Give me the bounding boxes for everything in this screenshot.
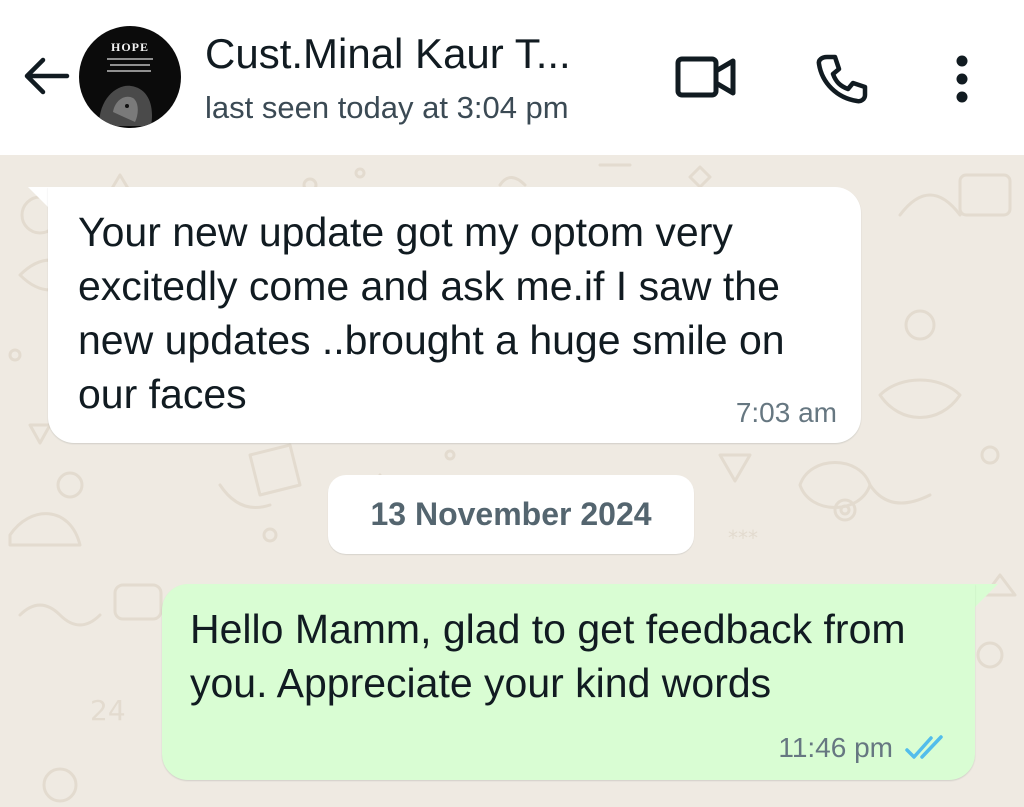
message-time: 11:46 pm: [778, 732, 893, 763]
message-meta: 11:46 pm: [778, 732, 951, 764]
svg-text:***: ***: [728, 526, 758, 550]
incoming-message[interactable]: Your new update got my optom very excite…: [48, 187, 861, 443]
avatar[interactable]: HOPE: [79, 26, 181, 128]
last-seen-status: last seen today at 3:04 pm: [205, 90, 569, 125]
back-button[interactable]: [18, 48, 74, 104]
arrow-left-icon: [24, 57, 70, 95]
double-check-read-icon: [905, 735, 943, 759]
chat-header: HOPE Cust.Minal Kaur T... last seen toda…: [0, 0, 1024, 155]
more-vertical-icon: [956, 55, 968, 103]
outgoing-message[interactable]: Hello Mamm, glad to get feedback from yo…: [162, 584, 975, 780]
message-text: Hello Mamm, glad to get feedback from yo…: [190, 606, 906, 706]
phone-icon: [816, 54, 868, 104]
video-call-button[interactable]: [668, 44, 744, 110]
outgoing-bubble-tail: [974, 584, 998, 608]
avatar-text: HOPE: [110, 40, 149, 54]
chat-screen: 24 *** HOPE Cust.Minal Kaur T... last se…: [0, 0, 1024, 807]
message-text: Your new update got my optom very excite…: [78, 209, 785, 417]
lion-image: [99, 85, 153, 126]
voice-call-button[interactable]: [806, 44, 876, 114]
contact-name[interactable]: Cust.Minal Kaur T...: [205, 30, 571, 78]
video-camera-icon: [675, 56, 736, 98]
more-options-button[interactable]: [940, 44, 984, 114]
date-separator: 13 November 2024: [328, 475, 694, 554]
message-time: 7:03 am: [735, 397, 837, 428]
svg-text:24: 24: [90, 694, 126, 727]
